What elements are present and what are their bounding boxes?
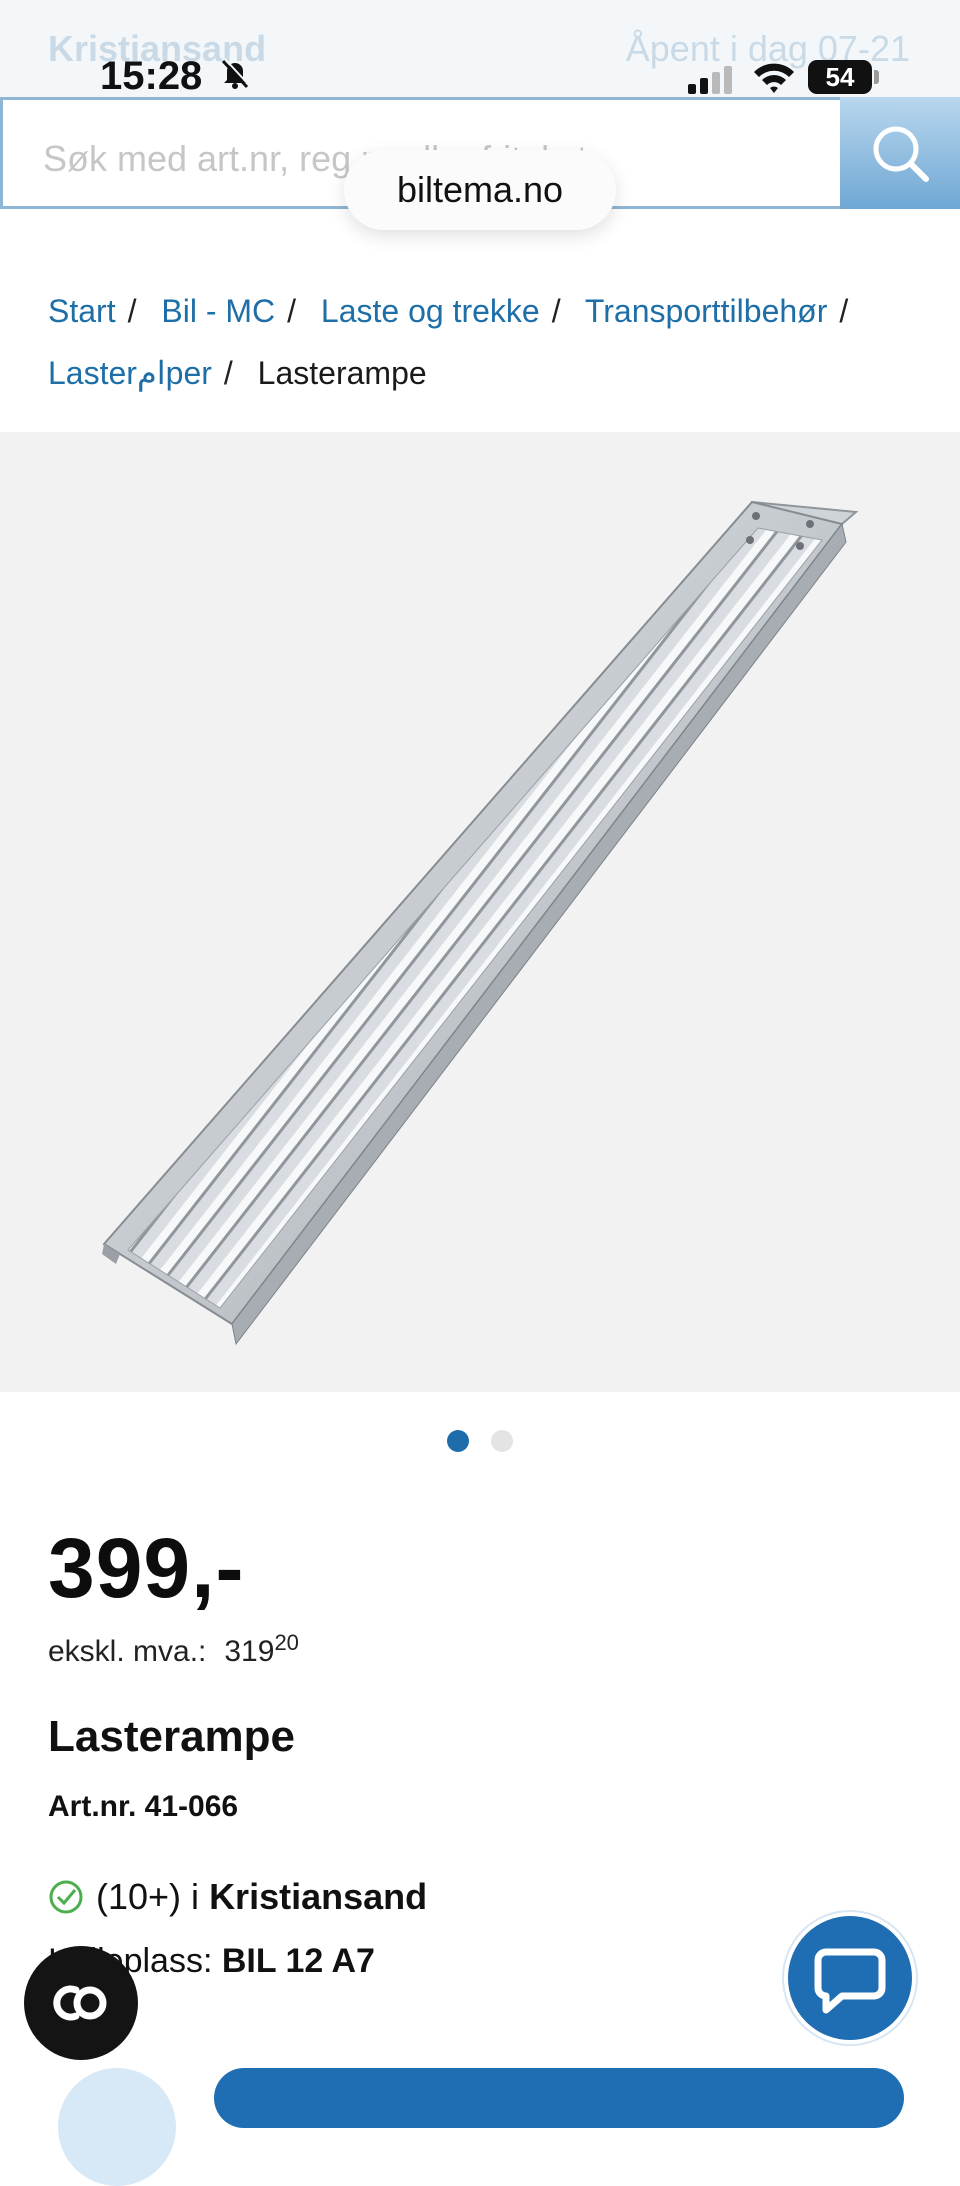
breadcrumb-separator: / — [551, 293, 561, 329]
breadcrumb-separator: / — [839, 293, 849, 329]
stock-store: Kristiansand — [209, 1876, 428, 1917]
breadcrumb-separator: / — [127, 293, 137, 329]
product-price: 399,- — [48, 1521, 245, 1615]
stock-status: (10+) i Kristiansand — [48, 1876, 427, 1918]
shelf-value: BIL 12 A7 — [221, 1942, 375, 1980]
chat-bubble-icon — [814, 1948, 886, 2014]
bell-muted-icon — [221, 58, 250, 89]
check-circle-icon — [49, 1880, 83, 1914]
breadcrumb-laste-og-trekke[interactable]: Laste og trekke — [321, 293, 540, 329]
price-excl-vat: ekskl. mva.: 31920 — [48, 1630, 299, 1669]
breadcrumb-current: Lasterampe — [257, 355, 427, 391]
browser-url-pill[interactable]: biltema.no — [344, 150, 616, 230]
search-button[interactable] — [840, 97, 960, 209]
gallery-dots — [0, 1430, 960, 1457]
breadcrumb: Start / Bil - MC / Laste og trekke / Transp… — [48, 280, 928, 404]
stock-count: (10+) i — [96, 1876, 200, 1917]
breadcrumb-separator: / — [287, 293, 297, 329]
breadcrumb-lasteramper[interactable]: Lasterامper — [48, 355, 212, 391]
product-image-gallery[interactable] — [0, 432, 960, 1392]
gallery-dot-2[interactable] — [491, 1430, 514, 1452]
article-number: Art.nr. 41-066 — [48, 1790, 239, 1823]
breadcrumb-start[interactable]: Start — [48, 293, 116, 329]
loading-ramp-image — [102, 500, 859, 1346]
status-time: 15:28 — [100, 54, 203, 98]
wifi-icon — [754, 63, 794, 93]
vat-amount: 319 — [224, 1635, 275, 1668]
product-title: Lasterampe — [48, 1712, 296, 1761]
gallery-dot-1[interactable] — [446, 1430, 469, 1452]
breadcrumb-transporttilbehor[interactable]: Transporttilbehør — [585, 293, 827, 329]
search-icon — [873, 126, 929, 182]
co-logo-icon — [53, 1985, 107, 2021]
vat-label: ekskl. mva.: — [48, 1635, 207, 1668]
battery-icon: 54 — [808, 60, 872, 94]
battery-nub — [874, 70, 879, 84]
cellular-signal-icon — [688, 66, 732, 94]
vat-decimals: 20 — [274, 1630, 299, 1655]
chat-support-button[interactable] — [784, 1912, 916, 2044]
co-chat-button[interactable] — [24, 1946, 138, 2060]
favorite-button[interactable] — [58, 2068, 176, 2186]
breadcrumb-bil-mc[interactable]: Bil - MC — [161, 293, 275, 329]
breadcrumb-separator: / — [223, 355, 233, 391]
add-to-cart-button[interactable] — [214, 2068, 904, 2128]
